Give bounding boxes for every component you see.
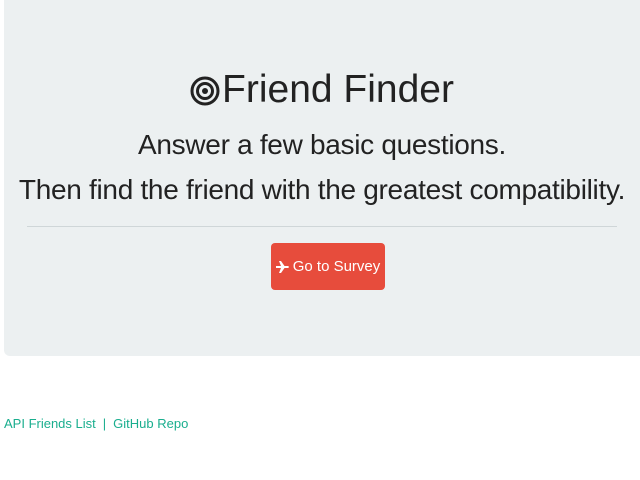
subtitle-line-1: Answer a few basic questions. [138,129,506,160]
jumbotron: Friend Finder Answer a few basic questio… [4,0,640,356]
page-title: Friend Finder [4,64,640,116]
api-friends-list-link[interactable]: API Friends List [4,416,96,431]
go-to-survey-label: Go to Survey [292,258,381,275]
footer: API Friends List | GitHub Repo [4,415,188,433]
subtitle-line-2: Then find the friend with the greatest c… [18,174,626,205]
bullseye-icon [190,76,220,106]
github-repo-link[interactable]: GitHub Repo [113,416,188,431]
divider [27,226,617,227]
page-title-text: Friend Finder [222,68,454,111]
plane-icon [275,260,289,273]
footer-separator: | [102,416,107,431]
go-to-survey-button[interactable]: Go to Survey [271,243,385,290]
